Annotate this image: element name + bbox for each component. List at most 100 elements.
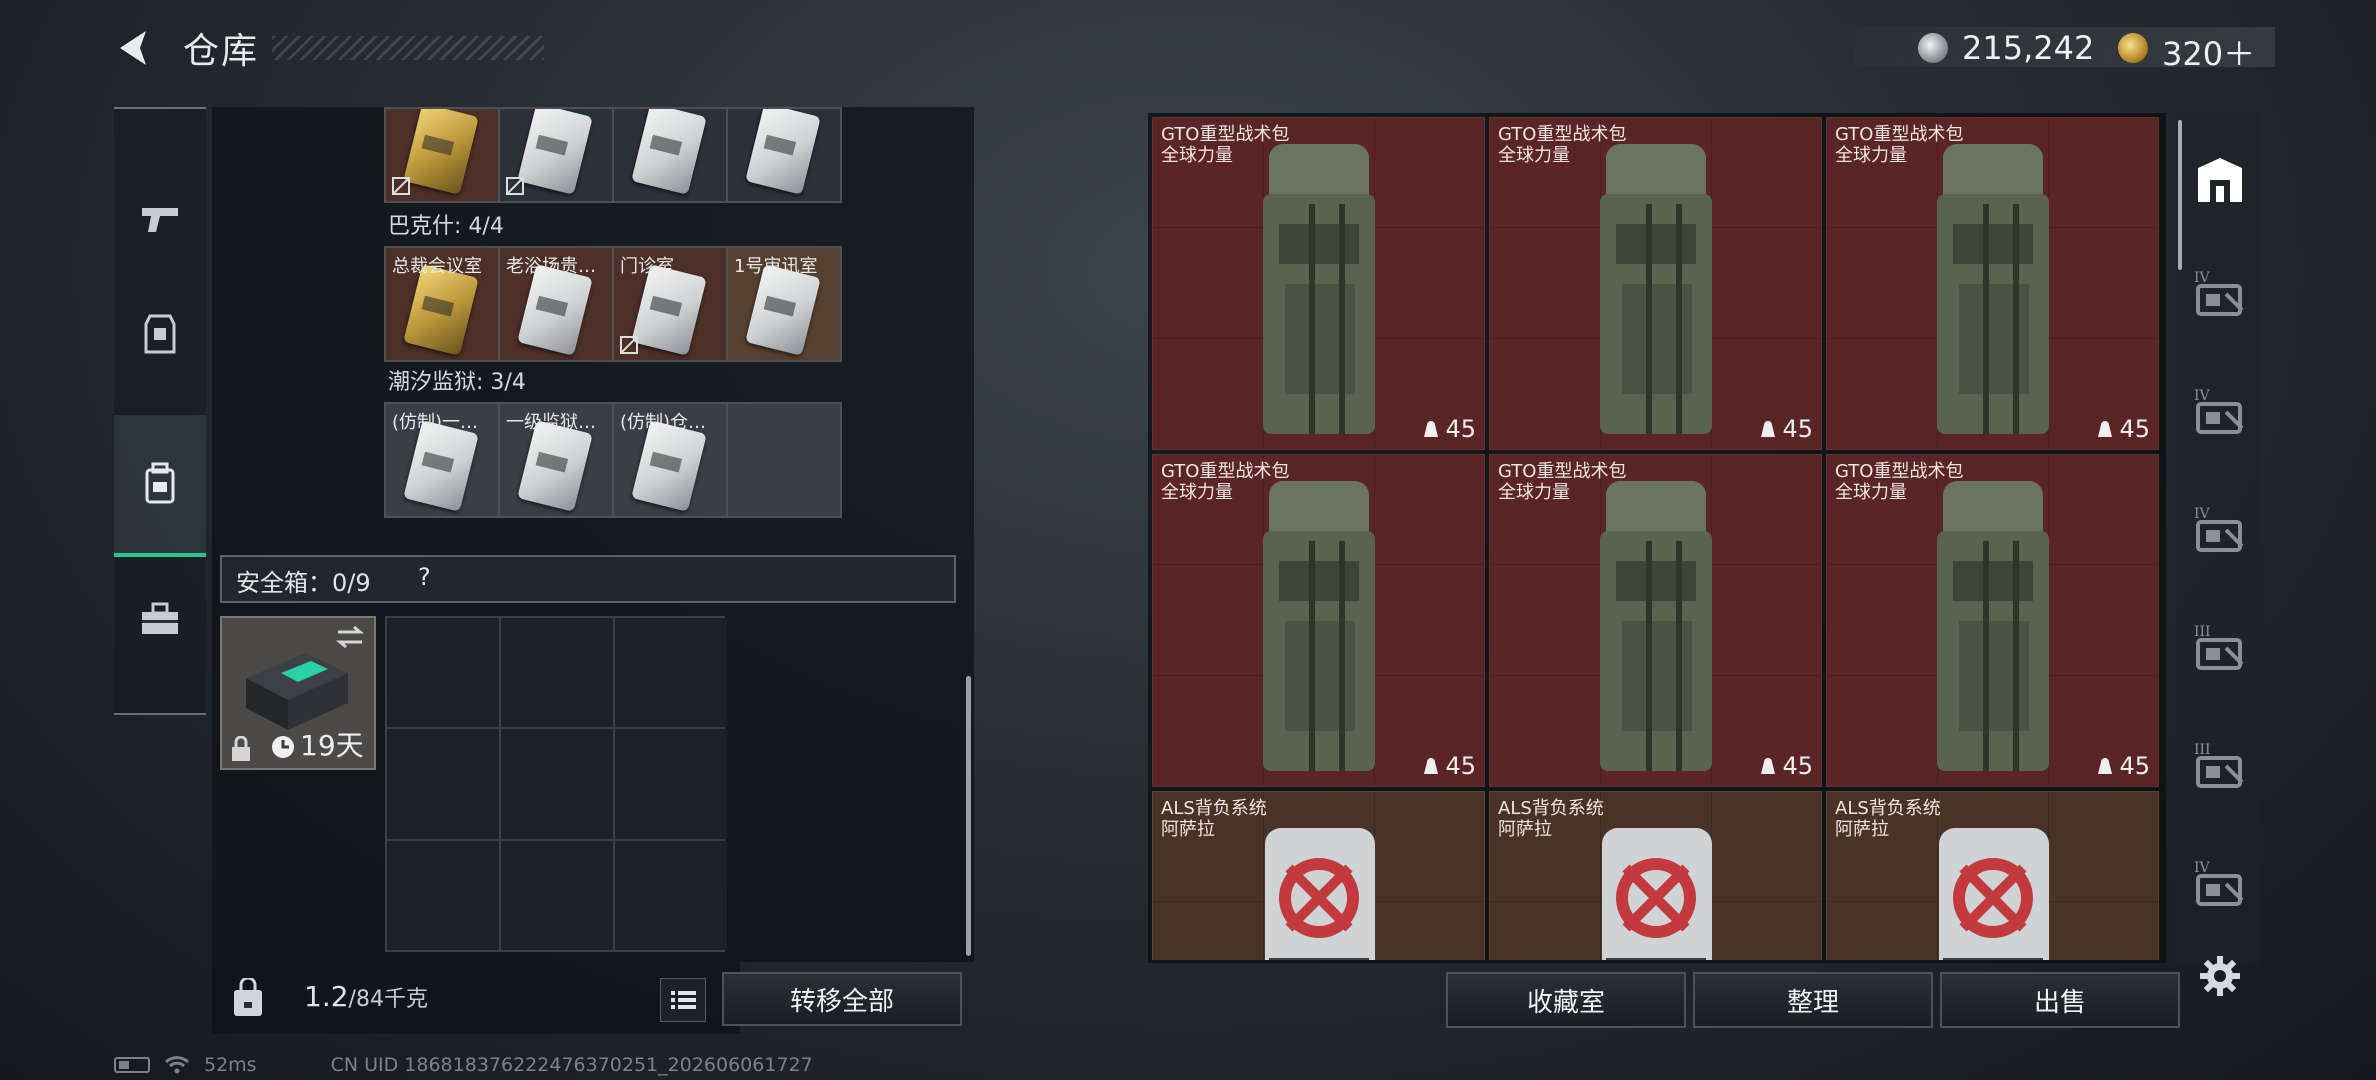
- tier-numeral: III: [2194, 742, 2211, 758]
- item-durability: 45: [2095, 415, 2150, 443]
- item-name: GTO重型战术包 全球力量: [1161, 461, 1290, 503]
- transfer-all-button[interactable]: 转移全部: [722, 972, 962, 1026]
- tab-scrollbar[interactable]: [2178, 120, 2182, 270]
- tab-tier-6[interactable]: IV: [2188, 852, 2252, 916]
- sort-button[interactable]: 整理: [1693, 972, 1933, 1028]
- sidebar-item-backpack[interactable]: [114, 415, 206, 557]
- backpack-image: [1265, 828, 1375, 960]
- safe-box-item[interactable]: 19天: [220, 616, 376, 770]
- storage-item[interactable]: ALS背负系统 阿萨拉: [1152, 791, 1485, 960]
- safe-slot[interactable]: [615, 840, 727, 950]
- keycard-slot[interactable]: 老浴场贵…: [500, 248, 612, 360]
- list-view-button[interactable]: [660, 978, 706, 1022]
- backpack-image: [1600, 144, 1712, 434]
- keycard-slot[interactable]: 门诊室: [614, 248, 726, 360]
- storage-item[interactable]: GTO重型战术包 全球力量 45: [1152, 117, 1485, 450]
- tier-numeral: IV: [2194, 270, 2211, 286]
- safe-slot[interactable]: [387, 618, 499, 728]
- keycard-image: [745, 109, 821, 195]
- item-count-value: 45: [1782, 752, 1813, 780]
- backpack-image: [1939, 828, 2049, 960]
- keycard-slot[interactable]: (仿制)一…: [386, 404, 498, 516]
- back-arrow-icon[interactable]: [110, 25, 156, 71]
- item-name: GTO重型战术包 全球力量: [1835, 124, 1964, 166]
- item-durability: 45: [1421, 752, 1476, 780]
- storage-item[interactable]: ALS背负系统 阿萨拉: [1826, 791, 2159, 960]
- storage-item[interactable]: GTO重型战术包 全球力量 45: [1489, 117, 1822, 450]
- page-title: 仓库: [183, 31, 260, 72]
- help-button[interactable]: ?: [418, 563, 431, 591]
- keycard-label: 门诊室: [620, 256, 674, 277]
- safe-slot[interactable]: [615, 618, 727, 728]
- item-durability: 45: [2095, 752, 2150, 780]
- safe-slot[interactable]: [501, 840, 613, 950]
- tier-container-icon: IV: [2194, 506, 2244, 552]
- wifi-icon: [164, 1056, 190, 1074]
- storage-item[interactable]: GTO重型战术包 全球力量 45: [1826, 117, 2159, 450]
- safe-box-image: [246, 653, 348, 730]
- gold-amount[interactable]: 320＋: [2162, 29, 2255, 75]
- tier-numeral: IV: [2194, 860, 2211, 876]
- keycard-slot[interactable]: [728, 404, 840, 516]
- tier-container-icon: IV: [2194, 270, 2244, 316]
- unlinked-icon: [506, 177, 524, 195]
- keycard-slot[interactable]: 总裁会议室: [386, 248, 498, 360]
- item-name: GTO重型战术包 全球力量: [1498, 461, 1627, 503]
- gold-coin-icon: [2118, 33, 2148, 63]
- sell-button[interactable]: 出售: [1940, 972, 2180, 1028]
- tier-numeral: IV: [2194, 388, 2211, 404]
- safe-slot[interactable]: [387, 729, 499, 839]
- tab-tier-4[interactable]: III: [2188, 616, 2252, 680]
- tab-tier-1[interactable]: IV: [2188, 262, 2252, 326]
- storage-item[interactable]: ALS背负系统 阿萨拉: [1489, 791, 1822, 960]
- tab-tier-2[interactable]: IV: [2188, 380, 2252, 444]
- keycard-slot[interactable]: (仿制)仓…: [614, 404, 726, 516]
- silver-coin-icon: [1918, 33, 1948, 63]
- item-durability: 45: [1758, 415, 1813, 443]
- keycard-image: [631, 109, 707, 195]
- weight-icon: [1424, 758, 1439, 774]
- weight-capacity: /84千克: [348, 987, 428, 1012]
- item-name: ALS背负系统 阿萨拉: [1161, 798, 1267, 840]
- tab-tier-3[interactable]: IV: [2188, 498, 2252, 562]
- keycard-slot[interactable]: [500, 109, 612, 201]
- storage-item[interactable]: GTO重型战术包 全球力量 45: [1489, 454, 1822, 787]
- tier-container-icon: III: [2194, 624, 2244, 670]
- tier-numeral: III: [2194, 624, 2211, 640]
- clock-icon: [272, 736, 294, 758]
- tab-tier-5[interactable]: III: [2188, 734, 2252, 798]
- collection-room-button[interactable]: 收藏室: [1446, 972, 1686, 1028]
- safe-slot[interactable]: [387, 840, 499, 950]
- battery-icon: [114, 1057, 150, 1073]
- storage-item[interactable]: GTO重型战术包 全球力量 45: [1826, 454, 2159, 787]
- sidebar-item-armor[interactable]: [114, 279, 206, 389]
- backpack-image: [1263, 144, 1375, 434]
- sidebar-item-toolbox[interactable]: [114, 569, 206, 669]
- scrollbar[interactable]: [966, 676, 971, 956]
- tier-container-icon: III: [2194, 742, 2244, 788]
- keycard-label: (仿制)仓…: [620, 412, 707, 433]
- keycard-slot[interactable]: [386, 109, 498, 201]
- storage-home-icon: [2198, 158, 2242, 202]
- item-count-value: 45: [2119, 415, 2150, 443]
- bag-lock-button[interactable]: [212, 962, 284, 1034]
- safe-slot[interactable]: [615, 729, 727, 839]
- unlinked-icon: [620, 336, 638, 354]
- safe-slot[interactable]: [501, 618, 613, 728]
- keycard-slot[interactable]: [728, 109, 840, 201]
- lock-icon: [232, 736, 250, 761]
- safe-box-grid: [385, 616, 727, 952]
- keycard-slot[interactable]: 1号审讯室: [728, 248, 840, 360]
- storage-item[interactable]: GTO重型战术包 全球力量 45: [1152, 454, 1485, 787]
- keycard-slot[interactable]: 一级监狱…: [500, 404, 612, 516]
- tab-home-storage[interactable]: [2188, 148, 2252, 212]
- backpack-image: [1600, 481, 1712, 771]
- sidebar-item-weapons[interactable]: [114, 169, 206, 269]
- swap-icon[interactable]: [334, 624, 366, 650]
- safe-slot[interactable]: [501, 729, 613, 839]
- pistol-icon: [142, 208, 178, 232]
- keycard-slot[interactable]: [614, 109, 726, 201]
- settings-gear-icon[interactable]: [2198, 954, 2242, 998]
- backpack-image: [1937, 144, 2049, 434]
- weight-icon: [1761, 758, 1776, 774]
